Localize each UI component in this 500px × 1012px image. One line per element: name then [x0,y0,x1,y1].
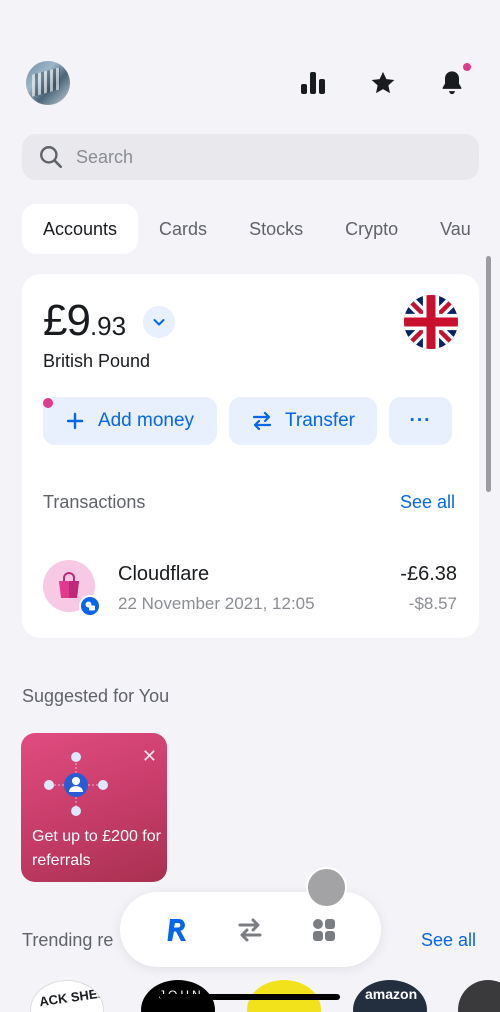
transactions-heading: Transactions [43,492,146,512]
more-button[interactable]: ··· [389,397,452,445]
nav-home[interactable] [155,908,199,952]
nav-payments[interactable] [228,908,272,952]
trending-logo-black-sheep[interactable]: ACK SHEEP [30,980,104,1012]
search-input[interactable] [76,146,456,168]
transaction-amount-secondary: -$8.57 [408,594,457,613]
home-indicator[interactable] [160,994,340,1000]
referral-promo-card[interactable]: ✕ Get up to £200 for referrals [21,733,167,882]
balance-decimal: .93 [89,311,127,341]
card-payment-badge-icon [79,595,101,617]
more-icon: ··· [409,410,432,431]
add-money-dot [43,398,53,408]
tab-bar: Accounts Cards Stocks Crypto Vau [22,204,492,254]
favorites-button[interactable] [366,66,400,100]
account-balance[interactable]: £9 .93 [43,296,126,346]
bell-icon [442,71,462,95]
uk-flag-icon [404,295,458,349]
analytics-button[interactable] [296,66,330,100]
add-money-button[interactable]: Add money [43,397,217,445]
tab-vaults[interactable]: Vau [419,204,492,254]
assistive-touch-button[interactable] [306,867,347,908]
logo-text: ACK SHEEP [38,983,104,1010]
home-r-icon [167,918,186,941]
hub-grid-icon [313,918,336,941]
transfer-arrows-icon [252,411,272,431]
trending-heading: Trending re [22,930,114,950]
search-bar[interactable] [22,134,479,180]
transfer-button[interactable]: Transfer [229,397,377,445]
referral-network-icon [44,752,108,816]
star-icon [371,71,395,94]
add-money-label: Add money [97,410,195,431]
logo-text: amazon [365,986,418,1002]
trending-logo-amazon[interactable]: amazon [353,980,427,1012]
transaction-date: 22 November 2021, 12:05 [118,594,315,613]
bottom-nav [120,892,381,967]
transaction-amount: -£6.38 [400,563,457,585]
transfer-arrows-icon [238,918,262,941]
currency-dropdown-button[interactable] [143,306,175,338]
balance-main: £9 [43,296,91,345]
notification-dot [462,62,472,72]
tab-stocks[interactable]: Stocks [228,204,324,254]
suggested-heading: Suggested for You [22,686,170,706]
bar-chart-icon [301,72,325,94]
currency-name: British Pound [43,351,151,371]
tab-cards[interactable]: Cards [138,204,228,254]
close-icon[interactable]: ✕ [142,747,157,765]
transfer-label: Transfer [284,410,356,431]
tab-crypto[interactable]: Crypto [324,204,419,254]
promo-text: Get up to £200 for referrals [32,828,161,869]
plus-icon [66,412,84,430]
transaction-merchant[interactable]: Cloudflare [118,563,209,586]
tab-accounts[interactable]: Accounts [22,204,139,254]
trending-see-all-link[interactable]: See all [421,930,476,951]
search-icon [40,146,63,169]
avatar[interactable] [26,61,70,105]
transactions-see-all-link[interactable]: See all [400,492,455,513]
trending-logo-partial[interactable] [458,980,500,1012]
nav-hub[interactable] [302,908,346,952]
chevron-down-icon [153,319,165,326]
scrollbar[interactable] [486,256,491,492]
